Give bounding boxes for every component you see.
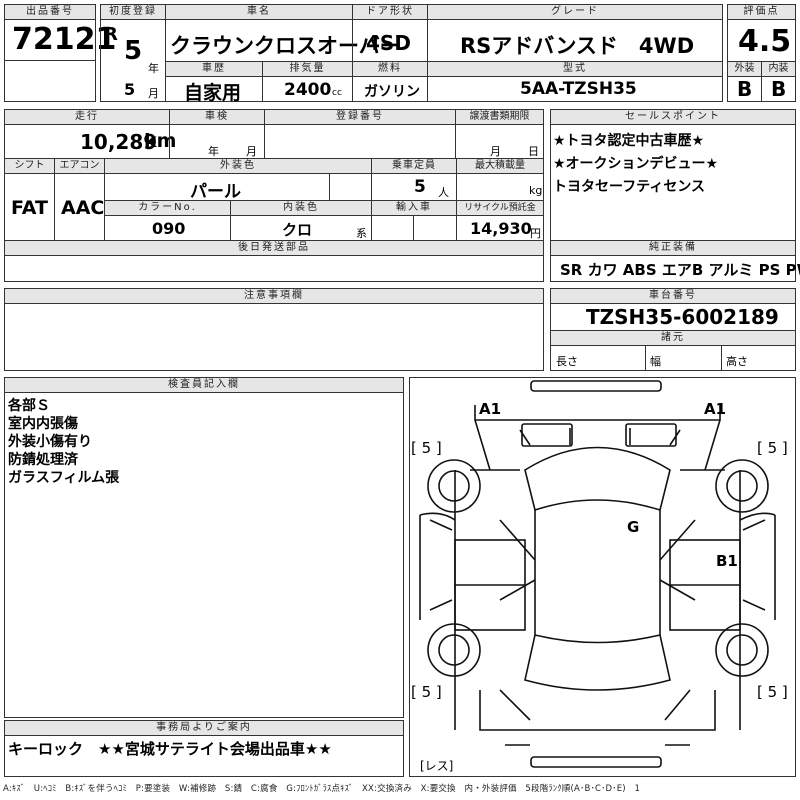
model: 5AA-TZSH35 [520, 79, 637, 99]
import-box [371, 215, 414, 241]
int-grade-label: 内装 [761, 61, 796, 77]
lot-label: 出品番号 [4, 4, 96, 20]
damage-mark-b1: B1 [716, 552, 738, 570]
body-color: パール [190, 182, 241, 202]
load-label: 最大積載量 [456, 158, 544, 174]
transfer-label: 譲渡書類期限 [455, 109, 544, 125]
chassis-label: 車台番号 [550, 288, 796, 304]
int-grade: B [771, 77, 787, 101]
insp-month-unit: 月 [246, 145, 257, 158]
dims-label: 諸元 [550, 330, 796, 346]
fuel: ガソリン [364, 84, 420, 100]
inspector-note-1: 各部Ｓ [8, 398, 50, 414]
sales-point-1: ★トヨタ認定中古車歴★ [553, 133, 705, 149]
load-unit: kg [529, 184, 543, 197]
damage-mark-a1-left: A1 [479, 400, 502, 418]
score: 4.5 [738, 24, 792, 59]
car-diagram [409, 377, 796, 777]
lot-extra-box [4, 60, 96, 102]
mileage-label: 走行 [4, 109, 170, 125]
seats-unit: 人 [438, 186, 449, 199]
reg-month: 5 [124, 80, 136, 99]
tire-tread-front-left: [ 5 ] [411, 439, 442, 457]
dims-height-label: 高さ [726, 355, 748, 368]
office-text: キーロック ★★宮城サテライト会場出品車★★ [8, 740, 332, 758]
tire-tread-rear-right: [ 5 ] [757, 683, 788, 701]
grade-label: グレード [427, 4, 723, 20]
int-color: クロ [282, 221, 313, 239]
inspector-note-2: 室内内張傷 [8, 416, 78, 432]
recycle-unit: 円 [530, 227, 541, 240]
damage-mark-g: G [627, 518, 640, 536]
plate-label: 登録番号 [264, 109, 456, 125]
ac: AAC [61, 197, 105, 219]
sales-point-2: ★オークションデビュー★ [553, 156, 719, 172]
equipment: SR カワ ABS エアB アルミ PS PW [560, 261, 800, 279]
seats-label: 乗車定員 [371, 158, 457, 174]
notice-box [4, 303, 544, 371]
inspector-note-5: ガラスフィルム張 [8, 470, 120, 486]
ac-label: エアコン [54, 158, 105, 174]
int-color-unit: 系 [356, 227, 367, 240]
intcolor-label: 内装色 [230, 200, 372, 216]
fuel-label: 燃料 [352, 61, 428, 77]
inspector-note-4: 防錆処理済 [8, 452, 78, 468]
transfer-month-unit: 月 [490, 145, 501, 158]
door-type: 4SD [366, 31, 411, 55]
seats: 5 [414, 177, 426, 197]
recycle-label: リサイクル預託金 [456, 200, 544, 216]
disp-unit: cc [332, 88, 342, 98]
office-label: 事務局よりご案内 [4, 720, 404, 736]
door-label: ドア形状 [352, 4, 428, 20]
import-label: 輸入車 [371, 200, 457, 216]
ext-grade: B [737, 77, 753, 101]
reg-year-unit: 年 [148, 62, 159, 75]
colorno-label: カラーNo. [104, 200, 231, 216]
car-name-label: 車名 [165, 4, 353, 20]
displacement: 2400 [284, 80, 332, 100]
legend: A:ｷｽﾞ U:ﾍｺﾐ B:ｷｽﾞを伴うﾍｺﾐ P:要塗装 W:補修跡 S:錆 … [3, 784, 641, 794]
era-letter: R [104, 24, 118, 45]
equipment-label: 純正装備 [550, 240, 796, 256]
inspection-label: 車検 [169, 109, 265, 125]
insp-year-unit: 年 [208, 145, 219, 158]
color-number: 090 [152, 219, 186, 238]
disp-label: 排気量 [262, 61, 353, 77]
tire-tread-rear-left: [ 5 ] [411, 683, 442, 701]
dims-width-label: 幅 [650, 355, 661, 368]
plate-box [264, 124, 456, 159]
sales-point-3: トヨタセーフティセンス [553, 179, 706, 195]
reg-month-unit: 月 [148, 87, 159, 100]
damage-mark-a1-right: A1 [704, 400, 727, 418]
grade: RSアドバンスド 4WD [460, 34, 695, 58]
model-label: 型式 [427, 61, 723, 77]
inspector-note-3: 外装小傷有り [8, 434, 92, 450]
dims-length-label: 長さ [556, 355, 578, 368]
chassis-number: TZSH35-6002189 [586, 305, 779, 329]
shift: FAT [11, 197, 48, 219]
later-parts-box [4, 255, 544, 282]
first-reg-label: 初度登録 [100, 4, 166, 20]
ext-grade-label: 外装 [727, 61, 762, 77]
tire-tread-front-right: [ 5 ] [757, 439, 788, 457]
color-extra-box [329, 173, 372, 201]
recycle-fee: 14,930 [470, 219, 532, 238]
reg-year: 5 [124, 36, 143, 66]
sales-label: セールスポイント [550, 109, 796, 125]
shift-label: シフト [4, 158, 55, 174]
import-box-2 [413, 215, 457, 241]
later-parts-label: 後日発送部品 [4, 240, 544, 256]
history: 自家用 [184, 82, 242, 104]
color-label: 外装色 [104, 158, 372, 174]
transfer-day-unit: 日 [528, 145, 539, 158]
inspector-label: 検査員記入欄 [4, 377, 404, 393]
spare-tire: [レス] [420, 759, 454, 773]
score-label: 評価点 [727, 4, 796, 20]
history-label: 車歴 [165, 61, 263, 77]
notice-label: 注意事項欄 [4, 288, 544, 304]
